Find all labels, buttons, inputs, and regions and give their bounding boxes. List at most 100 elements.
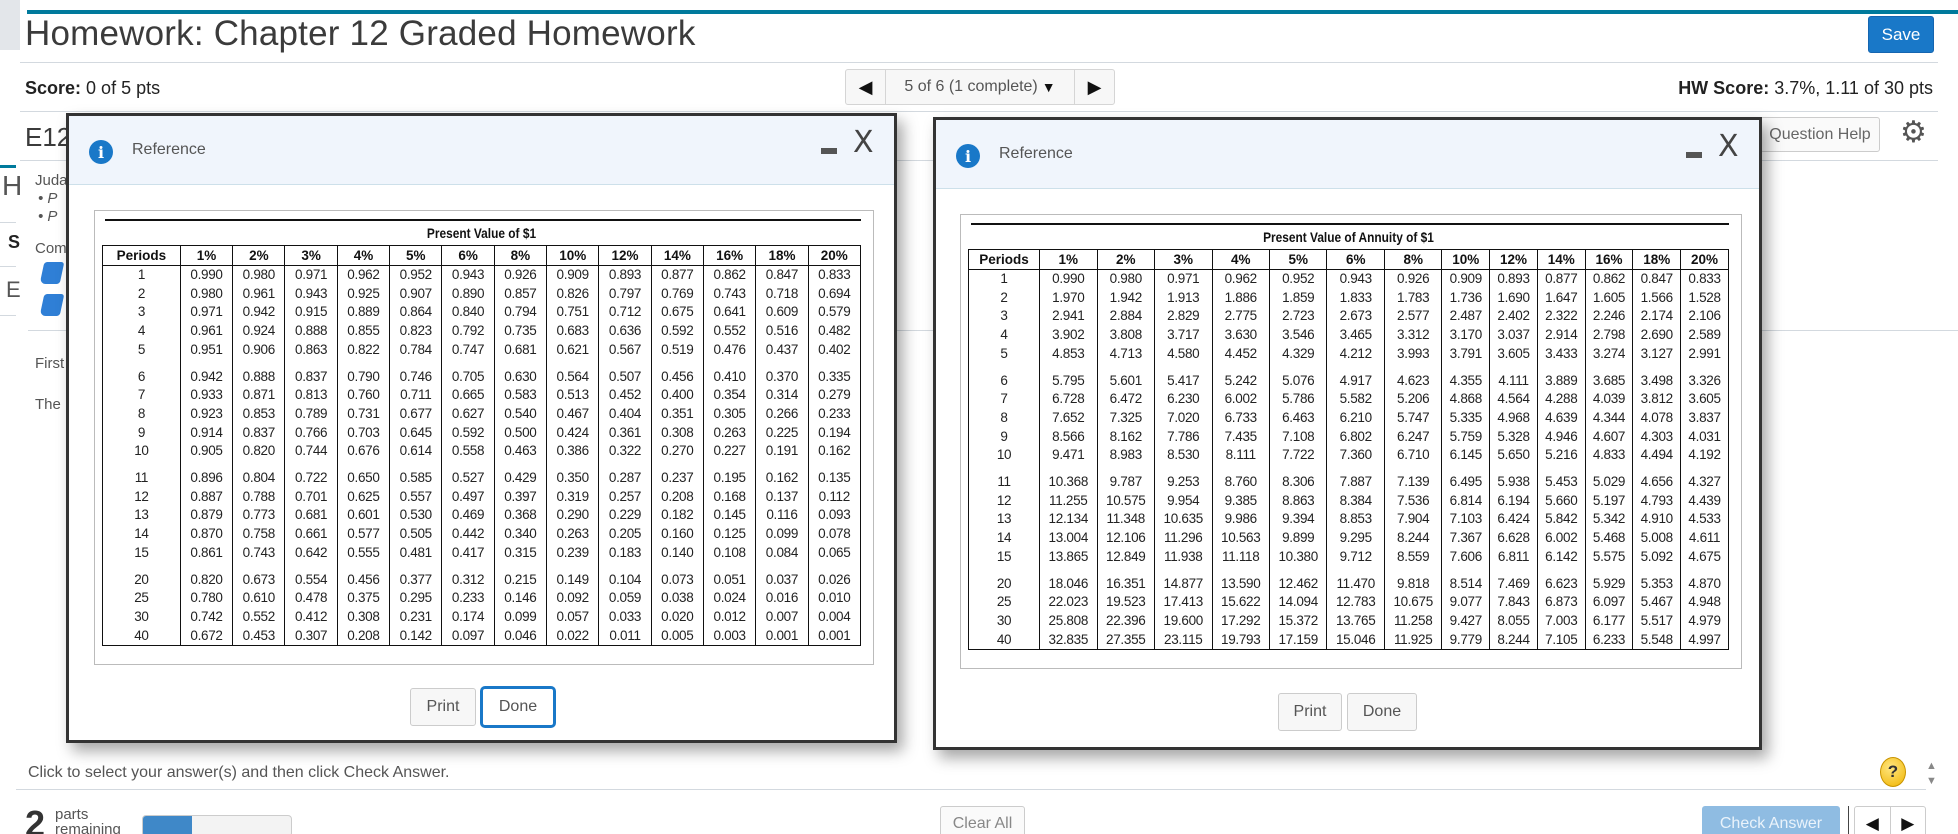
- question-text-fragment-4: The: [35, 396, 61, 413]
- next-question-button[interactable]: ▶: [1891, 807, 1926, 834]
- table-row: 1 0.990 0.980 0.971 0.962 0.952 0.943 0.926 0.90…: [102, 265, 862, 285]
- factor-cell: 0.722: [284, 461, 338, 488]
- factor-cell: 5.601: [1096, 363, 1156, 391]
- question-select-dropdown[interactable]: 5 of 6 (1 complete) ▼: [886, 70, 1074, 104]
- scroll-up-icon[interactable]: ▲: [1926, 760, 1937, 772]
- factor-cell: 12.462: [1268, 566, 1328, 594]
- factor-cell: 4.968: [1489, 408, 1538, 428]
- factor-cell: 1.913: [1154, 288, 1213, 308]
- factor-cell: 7.003: [1536, 611, 1586, 631]
- factor-cell: 4.344: [1584, 408, 1634, 428]
- prev-question-button[interactable]: ◀: [846, 70, 886, 104]
- info-icon: i: [89, 140, 113, 164]
- factor-cell: 0.308: [336, 607, 391, 627]
- factor-cell: 0.840: [441, 303, 495, 323]
- factor-cell: 1.690: [1489, 288, 1538, 308]
- gear-icon[interactable]: ⚙: [1900, 118, 1927, 148]
- factor-cell: 19.523: [1096, 593, 1156, 612]
- factor-cell: 0.410: [702, 359, 757, 387]
- factor-cell: 4.031: [1680, 427, 1729, 447]
- table-row: 10 9.471 8.983 8.530 8.111 7.722 7.360 6.710 6.1…: [967, 446, 1729, 466]
- table-row: 40 32.835 27.355 23.115 19.793 17.159 15.046 11…: [967, 630, 1729, 651]
- period-cell: 1: [102, 265, 181, 285]
- prev-question-button[interactable]: ◀: [1855, 807, 1891, 834]
- period-cell: 15: [102, 543, 181, 563]
- check-answer-button[interactable]: Check Answer: [1702, 806, 1840, 834]
- clear-all-button[interactable]: Clear All: [940, 806, 1025, 834]
- factor-cell: 0.513: [546, 386, 600, 405]
- minimize-icon[interactable]: [1686, 152, 1702, 158]
- factor-cell: 4.833: [1584, 446, 1634, 466]
- factor-cell: 0.003: [702, 626, 757, 647]
- factor-cell: 4.639: [1536, 408, 1586, 428]
- done-button[interactable]: Done: [480, 686, 556, 728]
- factor-cell: 0.456: [650, 359, 704, 387]
- period-cell: 5: [967, 344, 1041, 364]
- factor-cell: 0.404: [598, 404, 652, 424]
- close-icon[interactable]: X: [853, 128, 874, 158]
- factor-cell: 3.465: [1326, 326, 1385, 345]
- period-cell: 25: [967, 593, 1041, 612]
- reference-dialog-pv: i Reference X Present Value of $1 Period…: [66, 113, 897, 743]
- factor-cell: 10.675: [1383, 593, 1443, 612]
- factor-cell: 0.397: [493, 487, 548, 507]
- period-cell: 13: [967, 510, 1041, 530]
- period-cell: 7: [102, 386, 181, 405]
- factor-cell: 0.833: [807, 265, 862, 285]
- factor-cell: 0.051: [702, 562, 757, 590]
- factor-cell: 5.842: [1536, 510, 1586, 530]
- print-button[interactable]: Print: [1278, 693, 1342, 731]
- page-title: Homework: Chapter 12 Graded Homework: [25, 14, 696, 53]
- factor-cell: 0.879: [179, 506, 234, 526]
- factor-cell: 11.296: [1154, 529, 1213, 548]
- factor-cell: 0.712: [598, 303, 652, 323]
- factor-cell: 0.540: [493, 404, 548, 424]
- factor-cell: 5.786: [1268, 390, 1328, 409]
- factor-cell: 0.861: [179, 543, 234, 563]
- factor-cell: 0.627: [441, 404, 495, 424]
- next-question-button[interactable]: ▶: [1074, 70, 1114, 104]
- factor-cell: 0.677: [389, 404, 443, 424]
- factor-cell: 4.564: [1489, 390, 1538, 409]
- factor-cell: 0.020: [650, 607, 704, 627]
- factor-cell: 6.177: [1584, 611, 1634, 631]
- book-icon[interactable]: [39, 262, 65, 284]
- period-cell: 8: [967, 408, 1041, 428]
- factor-cell: 25.808: [1039, 611, 1098, 631]
- minimize-icon[interactable]: [821, 148, 837, 154]
- book-icon[interactable]: [39, 294, 65, 316]
- print-button[interactable]: Print: [410, 688, 476, 726]
- question-help-button[interactable]: Question Help: [1760, 117, 1880, 152]
- save-button[interactable]: Save: [1868, 16, 1934, 53]
- factor-cell: 6.811: [1489, 547, 1538, 567]
- factor-cell: 7.652: [1039, 408, 1098, 428]
- factor-cell: 5.660: [1536, 491, 1586, 511]
- factor-cell: 0.926: [1383, 269, 1443, 289]
- factor-cell: 7.325: [1096, 408, 1156, 428]
- factor-cell: 0.625: [336, 487, 391, 507]
- rate-column-header: 16%: [1584, 249, 1634, 270]
- factor-cell: 8.244: [1383, 529, 1443, 548]
- close-icon[interactable]: X: [1718, 132, 1739, 162]
- factor-cell: 0.005: [650, 626, 704, 647]
- factor-cell: 0.905: [179, 442, 234, 462]
- help-icon[interactable]: ?: [1880, 757, 1906, 787]
- done-button[interactable]: Done: [1347, 693, 1417, 731]
- factor-cell: 12.783: [1326, 593, 1385, 612]
- factor-cell: 0.231: [389, 607, 443, 627]
- factor-cell: 0.010: [807, 589, 862, 608]
- factor-cell: 0.354: [702, 386, 757, 405]
- factor-cell: 0.951: [179, 340, 234, 360]
- factor-cell: 6.628: [1489, 529, 1538, 548]
- factor-cell: 0.011: [598, 626, 652, 647]
- rate-column-header: 12%: [598, 245, 652, 266]
- table-row: 15 0.861 0.743 0.642 0.555 0.481 0.417 0.315 0.2…: [102, 543, 862, 563]
- dialog-header: i Reference X: [69, 116, 894, 185]
- factor-cell: 5.650: [1489, 446, 1538, 466]
- factor-cell: 4.793: [1632, 491, 1682, 511]
- factor-cell: 0.676: [336, 442, 391, 462]
- table-body: 1 0.990 0.980 0.971 0.962 0.952 0.943 0.926 0.90…: [967, 269, 1729, 651]
- scroll-down-icon[interactable]: ▼: [1926, 775, 1937, 787]
- factor-cell: 12.106: [1096, 529, 1156, 548]
- factor-cell: 0.476: [702, 340, 757, 360]
